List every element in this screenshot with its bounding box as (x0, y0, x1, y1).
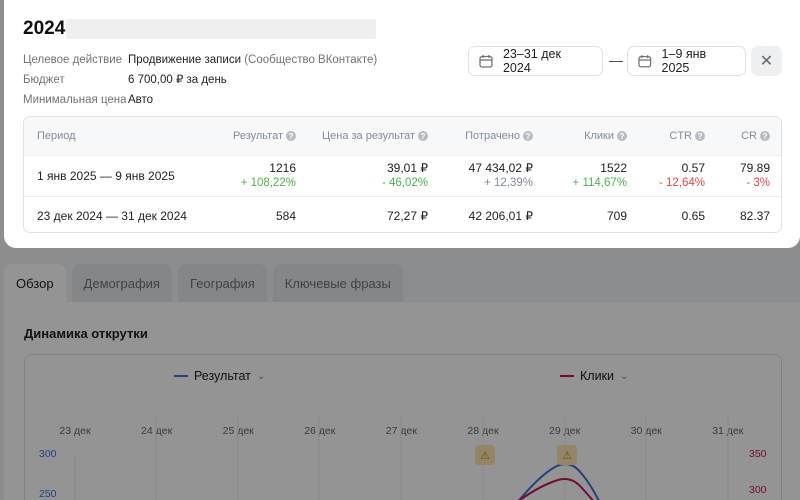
ctr-cell: 0.65 (681, 209, 705, 223)
column-header-period: Период (37, 130, 76, 142)
table-row: 23 дек 2024 — 31 дек 2024 584 72,27 ₽ 42… (24, 197, 781, 232)
header-label: Период (37, 130, 76, 142)
cell-delta: + 12,39% (484, 177, 533, 189)
cost-cell: 72,27 ₽ (387, 209, 428, 223)
column-header-cr[interactable]: CR? (741, 130, 770, 142)
info-value-text: Авто (128, 94, 154, 106)
ctr-cell: 0.57 - 12,64% (659, 161, 705, 189)
cost-cell: 39,01 ₽ - 46,02% (382, 161, 428, 189)
info-value-text: 6 700,00 ₽ за день (128, 74, 227, 86)
comparison-table: Период Результат? Цена за результат? Пот… (23, 116, 782, 233)
redacted-title-block (66, 19, 376, 39)
column-header-spent[interactable]: Потрачено? (465, 130, 533, 142)
period-cell: 1 янв 2025 — 9 янв 2025 (37, 169, 175, 183)
calendar-icon (638, 55, 652, 68)
info-label: Бюджет (23, 74, 65, 86)
clicks-cell: 1522 + 114,67% (573, 161, 627, 189)
info-value-sub: (Сообщество ВКонтакте) (244, 54, 378, 66)
info-row-min-price: Минимальная цена Авто (23, 90, 377, 110)
cell-delta: - 3% (746, 177, 770, 189)
table-header: Период Результат? Цена за результат? Пот… (24, 117, 781, 156)
info-label: Целевое действие (23, 54, 123, 66)
header-label: Цена за результат (321, 130, 415, 142)
close-icon: ✕ (759, 53, 774, 70)
date-separator: — (609, 52, 623, 68)
cell-value: 79.89 (739, 161, 770, 175)
header-label: CTR (669, 130, 692, 142)
header-label: CR (741, 130, 757, 142)
cell-delta: - 12,64% (658, 177, 705, 189)
info-value-text: Продвижение записи (128, 54, 241, 66)
table-row: 1 янв 2025 — 9 янв 2025 1216 + 108,22% 39… (24, 156, 781, 197)
campaign-info: Целевое действие Продвижение записи (Соо… (23, 50, 377, 110)
spent-cell: 47 434,02 ₽ + 12,39% (469, 161, 533, 189)
result-cell: 1216 + 108,22% (241, 161, 296, 189)
modal-title: 2024 (23, 18, 66, 39)
cell-delta: + 108,22% (240, 177, 296, 189)
period-cell: 23 дек 2024 — 31 дек 2024 (37, 209, 187, 223)
cell-value: 1522 (600, 161, 627, 175)
result-cell: 584 (275, 209, 296, 223)
date-range-button-1[interactable]: 23–31 дек 2024 (468, 46, 603, 76)
date-range-label: 23–31 дек 2024 (502, 47, 561, 75)
help-icon[interactable]: ? (695, 131, 705, 141)
help-icon[interactable]: ? (286, 131, 296, 141)
help-icon[interactable]: ? (418, 131, 428, 141)
spent-cell: 42 206,01 ₽ (468, 209, 533, 223)
help-icon[interactable]: ? (617, 131, 627, 141)
column-header-ctr[interactable]: CTR? (669, 130, 705, 142)
cr-cell: 82.37 (739, 209, 770, 223)
cr-cell: 79.89 - 3% (740, 161, 770, 189)
help-icon[interactable]: ? (760, 131, 770, 141)
column-header-cost-per-result[interactable]: Цена за результат? (322, 130, 428, 142)
header-label: Результат (232, 130, 283, 142)
cell-delta: - 46,02% (381, 177, 428, 189)
date-range-label: 1–9 янв 2025 (661, 47, 707, 75)
info-row-target-action: Целевое действие Продвижение записи (Соо… (23, 50, 377, 70)
column-header-clicks[interactable]: Клики? (584, 130, 627, 142)
comparison-modal: 2024 Целевое действие Продвижение записи… (4, 0, 800, 248)
info-value: Продвижение записи (Сообщество ВКонтакте… (128, 50, 377, 70)
cell-value: 47 434,02 ₽ (468, 161, 533, 175)
clicks-cell: 709 (606, 209, 627, 223)
help-icon[interactable]: ? (523, 131, 533, 141)
date-range-button-2[interactable]: 1–9 янв 2025 (627, 46, 746, 76)
calendar-icon (479, 55, 493, 68)
info-label: Минимальная цена (23, 94, 127, 106)
info-row-budget: Бюджет 6 700,00 ₽ за день (23, 70, 377, 90)
header-label: Потрачено (465, 130, 520, 142)
header-label: Клики (584, 130, 614, 142)
close-button[interactable]: ✕ (751, 46, 782, 76)
cell-value: 39,01 ₽ (387, 161, 428, 175)
cell-value: 0.57 (681, 161, 705, 175)
cell-value: 1216 (269, 161, 296, 175)
column-header-result[interactable]: Результат? (233, 130, 296, 142)
cell-delta: + 114,67% (572, 177, 627, 189)
